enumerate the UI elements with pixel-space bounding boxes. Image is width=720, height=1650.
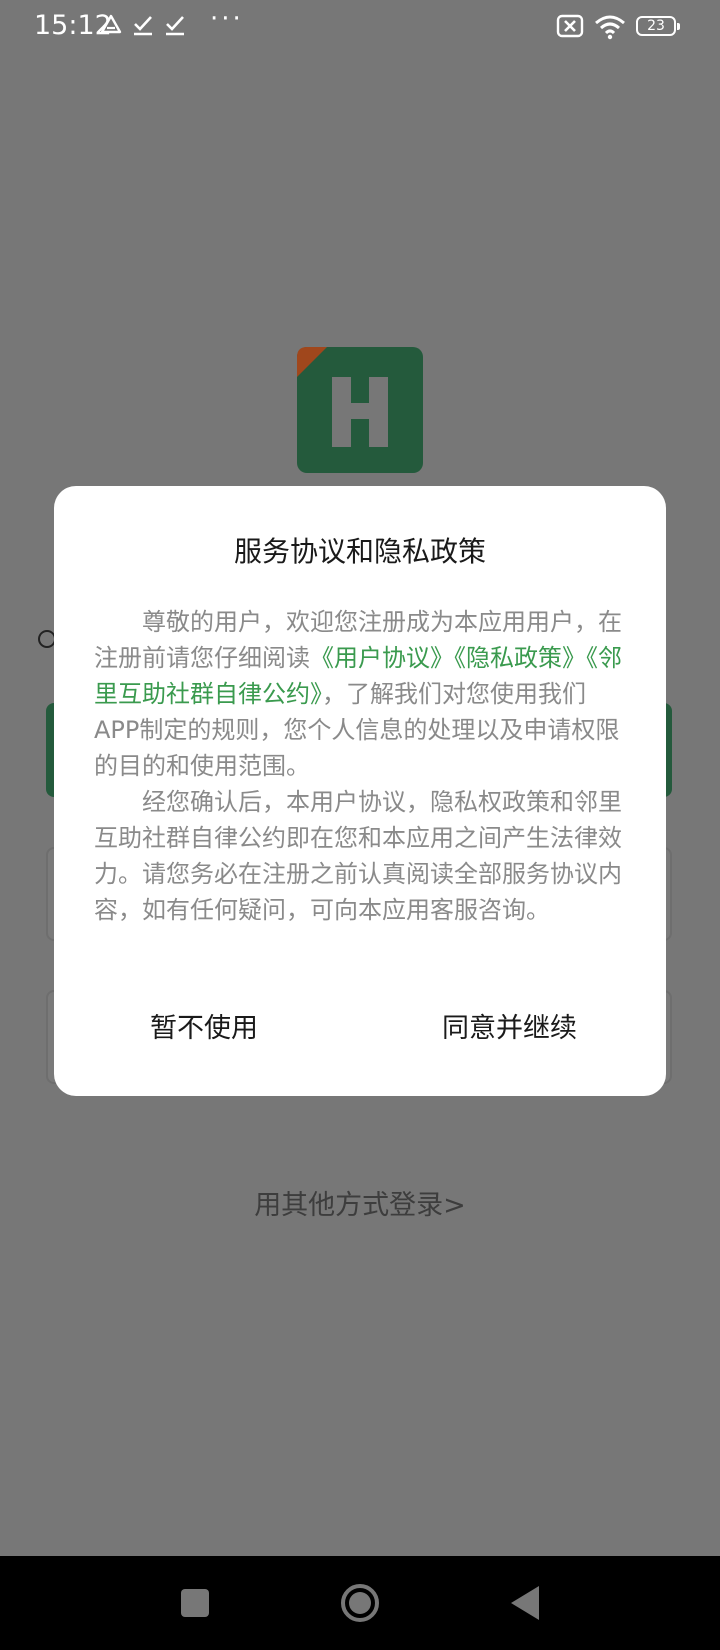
- user-agreement-link[interactable]: 《用户协议》: [310, 644, 454, 672]
- app-logo: [297, 347, 423, 473]
- check-icon: [134, 16, 152, 36]
- dialog-title: 服务协议和隐私政策: [233, 535, 486, 568]
- privacy-dialog: 服务协议和隐私政策 尊敬的用户，欢迎您注册成为本应用用户，在注册前请您仔细阅读《…: [54, 486, 666, 1096]
- agree-continue-button[interactable]: 同意并继续: [442, 1006, 577, 1045]
- home-icon[interactable]: [313, 1556, 407, 1650]
- dialog-body: 尊敬的用户，欢迎您注册成为本应用用户，在注册前请您仔细阅读《用户协议》《隐私政策…: [94, 604, 622, 928]
- back-icon[interactable]: [477, 1556, 571, 1650]
- status-more-dots: ···: [210, 4, 244, 34]
- status-bar: 15:12 ··· 23: [0, 0, 720, 56]
- navigation-bar: [0, 1556, 720, 1650]
- decline-button[interactable]: 暂不使用: [150, 1006, 258, 1045]
- dialog-paragraph-2: 经您确认后，本用户协议，隐私权政策和邻里互助社群自律公约即在您和本应用之间产生法…: [94, 788, 622, 924]
- dialog-paragraph-1: 尊敬的用户，欢迎您注册成为本应用用户，在注册前请您仔细阅读《用户协议》《隐私政策…: [94, 604, 622, 784]
- wifi-icon: [595, 15, 625, 40]
- battery-level: 23: [647, 18, 665, 34]
- drive-icon: [100, 14, 122, 34]
- battery-indicator: 23: [636, 16, 680, 36]
- privacy-policy-link[interactable]: 《隐私政策》: [454, 644, 586, 672]
- recent-apps-icon[interactable]: [148, 1556, 242, 1650]
- other-login-link[interactable]: 用其他方式登录>: [0, 1183, 720, 1222]
- check-icon: [166, 16, 184, 36]
- sim-off-icon: [556, 14, 584, 38]
